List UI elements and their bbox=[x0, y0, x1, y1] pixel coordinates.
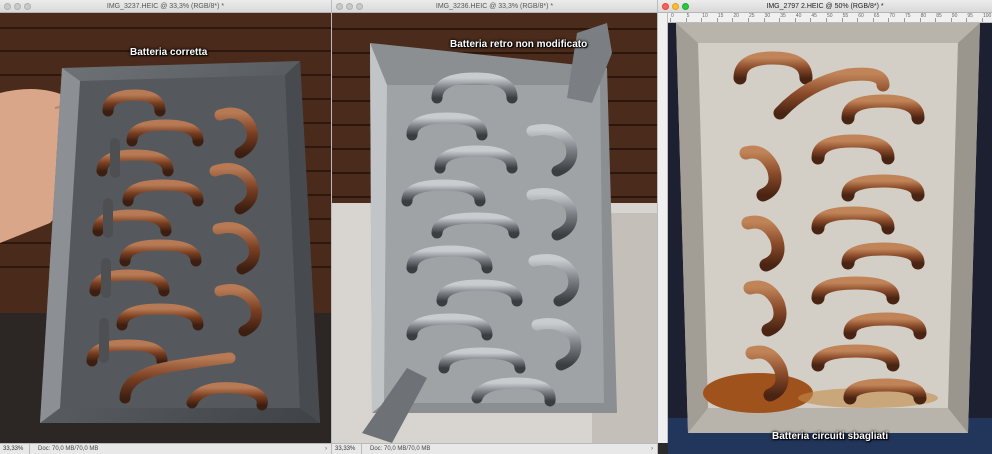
ruler-tick-label: 5 bbox=[685, 13, 690, 22]
ruler-tick-label: 35 bbox=[779, 13, 786, 22]
title-bar[interactable]: IMG_2797 2.HEIC @ 50% (RGB/8*) * bbox=[658, 0, 992, 13]
coil-photo bbox=[668, 23, 992, 454]
ruler-tick-label: 85 bbox=[935, 13, 942, 22]
coil-photo bbox=[0, 13, 331, 443]
ruler-tick-label: 50 bbox=[826, 13, 833, 22]
window-title: IMG_2797 2.HEIC @ 50% (RGB/8*) * bbox=[766, 3, 884, 10]
window-title: IMG_3237.HEIC @ 33,3% (RGB/8*) * bbox=[106, 3, 225, 10]
close-icon[interactable] bbox=[336, 3, 343, 10]
zoom-icon[interactable] bbox=[356, 3, 363, 10]
ruler-tick-label: 55 bbox=[841, 13, 849, 22]
ruler-tick-label: 25 bbox=[748, 13, 755, 22]
minimize-icon[interactable] bbox=[14, 3, 21, 10]
ruler-tick-label: 65 bbox=[872, 13, 880, 22]
ruler-tick-label: 70 bbox=[888, 13, 895, 22]
status-bar: 33,33% Doc: 70,0 MB/70,0 MB › bbox=[0, 443, 331, 454]
ruler-tick-label: 45 bbox=[810, 13, 817, 22]
image-canvas[interactable]: Batteria corretta bbox=[0, 13, 331, 443]
window-controls bbox=[336, 3, 363, 10]
photo-caption: Batteria corretta bbox=[130, 47, 208, 58]
window-controls bbox=[4, 3, 31, 10]
image-canvas[interactable]: Batteria circuiti sbagliati bbox=[668, 23, 992, 454]
status-arrow-icon[interactable]: › bbox=[325, 444, 327, 454]
zoom-level[interactable]: 33,33% bbox=[332, 444, 362, 454]
document-window-2[interactable]: IMG_3236.HEIC @ 33,3% (RGB/8*) * Batteri… bbox=[332, 0, 657, 454]
photo-caption: Batteria circuiti sbagliati bbox=[772, 431, 889, 442]
ruler-tick-label: 60 bbox=[857, 13, 864, 22]
minimize-icon[interactable] bbox=[346, 3, 353, 10]
minimize-icon[interactable] bbox=[672, 3, 679, 10]
doc-size: Doc: 70,0 MB/70,0 MB bbox=[38, 446, 99, 452]
title-bar[interactable]: IMG_3237.HEIC @ 33,3% (RGB/8*) * bbox=[0, 0, 331, 13]
ruler-tick-label: 40 bbox=[794, 13, 802, 22]
image-canvas[interactable]: Batteria retro non modificato bbox=[332, 13, 657, 443]
ruler-tick-label: 90 bbox=[950, 13, 958, 22]
ruler-tick-label: 20 bbox=[732, 13, 739, 22]
ruler-tick-label: 30 bbox=[763, 13, 771, 22]
photo-caption: Batteria retro non modificato bbox=[450, 39, 588, 50]
window-controls bbox=[662, 3, 689, 10]
status-arrow-icon[interactable]: › bbox=[651, 444, 653, 454]
ruler-tick-label: 100 bbox=[981, 13, 992, 22]
status-bar: 33,33% Doc: 70,0 MB/70,0 MB › bbox=[332, 443, 657, 454]
ruler-tick-label: 75 bbox=[904, 13, 911, 22]
horizontal-ruler[interactable]: 0 5 10 15 20 25 30 35 40 45 50 55 60 65 70 75 80 85 90 95 10… bbox=[668, 13, 992, 23]
zoom-icon[interactable] bbox=[682, 3, 689, 10]
doc-size: Doc: 70,0 MB/70,0 MB bbox=[370, 446, 431, 452]
zoom-level[interactable]: 33,33% bbox=[0, 444, 30, 454]
window-title: IMG_3236.HEIC @ 33,3% (RGB/8*) * bbox=[435, 3, 554, 10]
ruler-tick-label: 0 bbox=[670, 13, 674, 22]
title-bar[interactable]: IMG_3236.HEIC @ 33,3% (RGB/8*) * bbox=[332, 0, 657, 13]
ruler-tick-label: 95 bbox=[966, 13, 973, 22]
zoom-icon[interactable] bbox=[24, 3, 31, 10]
ruler-tick-label: 10 bbox=[701, 13, 708, 22]
document-window-1[interactable]: IMG_3237.HEIC @ 33,3% (RGB/8*) * Batteri… bbox=[0, 0, 331, 454]
close-icon[interactable] bbox=[4, 3, 11, 10]
close-icon[interactable] bbox=[662, 3, 669, 10]
document-window-3[interactable]: IMG_2797 2.HEIC @ 50% (RGB/8*) * 0 5 10 15 2… bbox=[658, 0, 992, 454]
vertical-ruler[interactable] bbox=[658, 13, 668, 443]
coil-photo bbox=[332, 13, 657, 443]
ruler-tick-label: 15 bbox=[716, 13, 724, 22]
ruler-tick-label: 80 bbox=[919, 13, 927, 22]
